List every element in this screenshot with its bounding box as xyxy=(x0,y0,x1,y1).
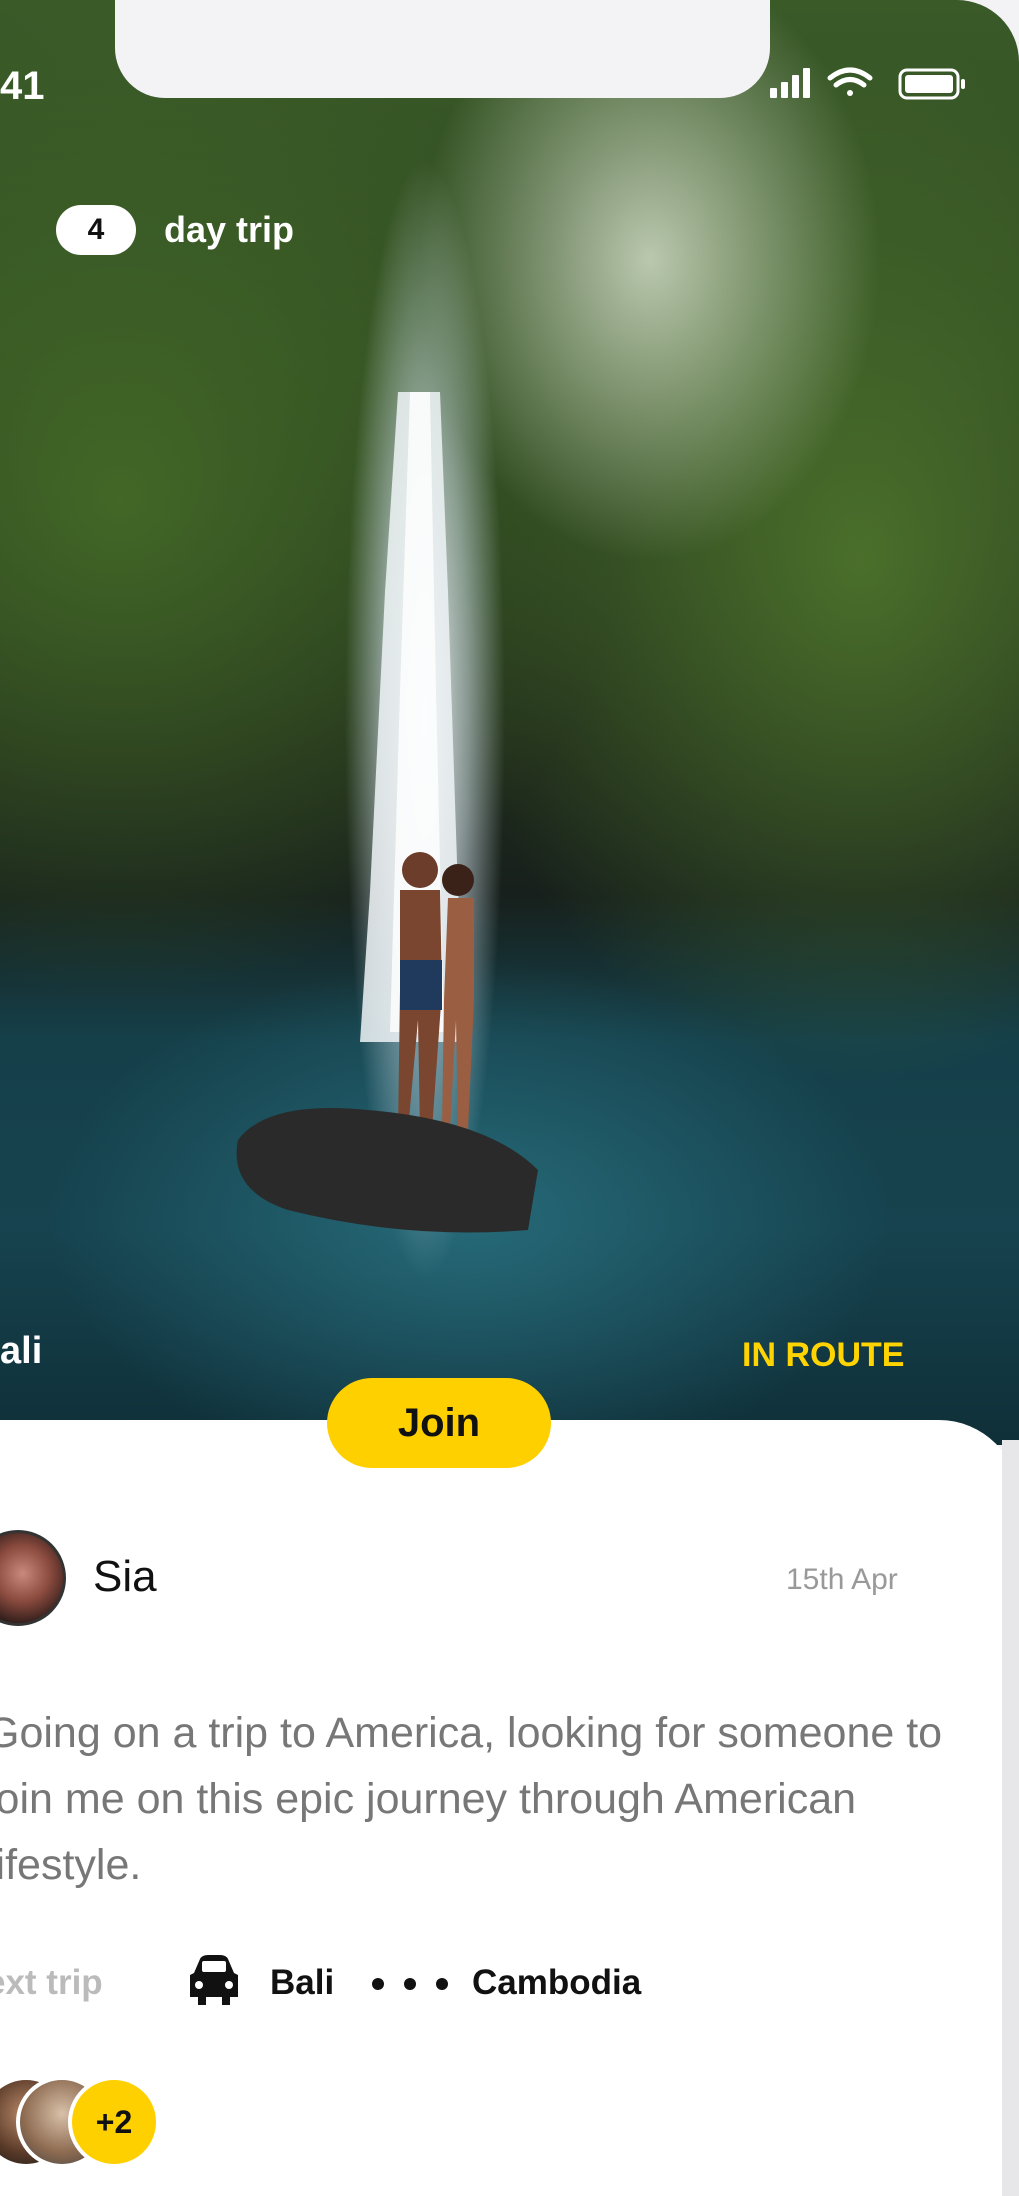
wifi-icon xyxy=(827,67,873,96)
car-icon xyxy=(190,1955,238,2005)
status-icons xyxy=(770,67,965,100)
phone-screen: 41 4 day trip ali IN ROUTE Join Sia 15th… xyxy=(0,0,1019,2196)
join-button[interactable]: Join xyxy=(327,1378,551,1468)
notch xyxy=(115,0,770,98)
route-dots-icon xyxy=(372,1978,448,1990)
trip-status: IN ROUTE xyxy=(742,1336,905,1374)
next-trip-label: ext trip xyxy=(0,1963,103,2002)
rock-illustration xyxy=(236,1108,539,1233)
trip-origin: Bali xyxy=(270,1963,335,2002)
signal-icon xyxy=(770,68,810,98)
trip-days-label: day trip xyxy=(164,209,295,250)
battery-icon xyxy=(898,68,965,100)
trip-description: Going on a trip to America, looking for … xyxy=(0,1709,943,1889)
trip-destination: Cambodia xyxy=(472,1963,642,2002)
status-time: 41 xyxy=(0,64,45,108)
scrollbar[interactable] xyxy=(1002,1440,1019,2196)
trip-cover-image[interactable]: 41 4 day trip ali IN ROUTE xyxy=(0,0,1019,1445)
author-name[interactable]: Sia xyxy=(93,1552,157,1602)
more-members-badge[interactable]: +2 xyxy=(68,2076,160,2168)
trip-days-count: 4 xyxy=(56,205,136,255)
trip-location: ali xyxy=(0,1330,43,1372)
post-date: 15th Apr xyxy=(786,1563,898,1596)
trip-duration-badge: 4 day trip xyxy=(56,205,294,255)
member-avatars[interactable]: +2 xyxy=(0,2076,170,2168)
